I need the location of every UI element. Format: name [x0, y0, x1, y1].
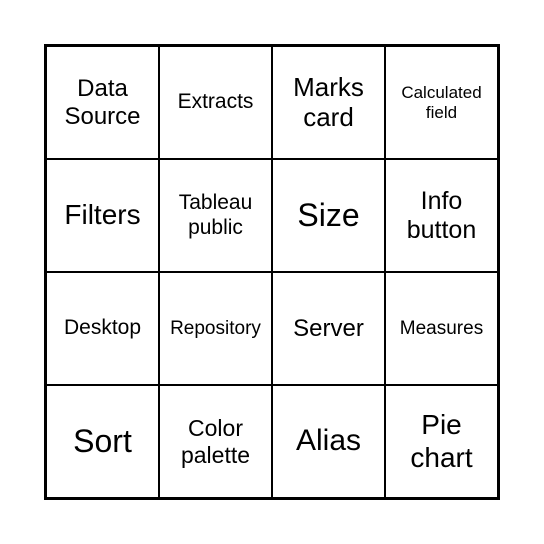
bingo-cell: Server [272, 272, 385, 385]
bingo-cell: Alias [272, 385, 385, 498]
bingo-cell: Tableau public [159, 159, 272, 272]
bingo-cell: Marks card [272, 46, 385, 159]
bingo-cell: Desktop [46, 272, 159, 385]
bingo-cell: Repository [159, 272, 272, 385]
bingo-cell: Color palette [159, 385, 272, 498]
bingo-cell: Calculated field [385, 46, 498, 159]
bingo-cell: Sort [46, 385, 159, 498]
bingo-grid: Data Source Extracts Marks card Calculat… [44, 44, 500, 500]
bingo-cell: Pie chart [385, 385, 498, 498]
bingo-cell: Size [272, 159, 385, 272]
bingo-cell: Filters [46, 159, 159, 272]
bingo-cell: Info button [385, 159, 498, 272]
bingo-cell: Data Source [46, 46, 159, 159]
bingo-cell: Measures [385, 272, 498, 385]
bingo-cell: Extracts [159, 46, 272, 159]
